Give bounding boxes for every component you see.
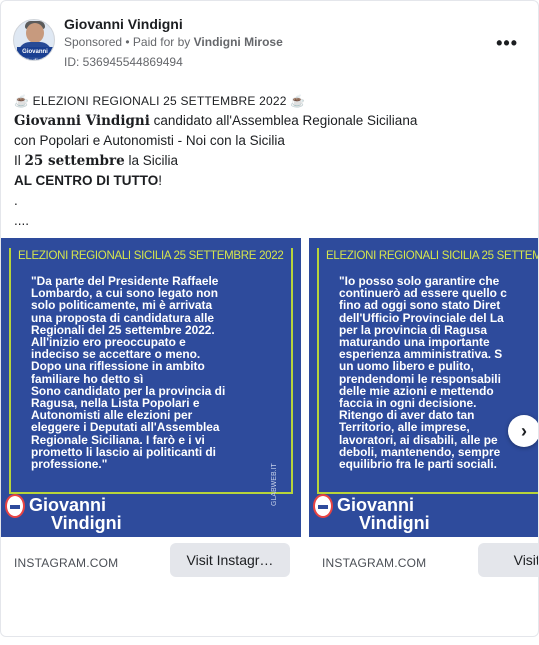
- ad-id: ID: 536945544869494: [64, 55, 183, 69]
- carousel-card[interactable]: ELEZIONI REGIONALI SICILIA 25 SETTEMBRE …: [309, 238, 538, 588]
- advertiser-avatar[interactable]: Giovanni Vindigni: [13, 19, 55, 61]
- post-text: ☕ ELEZIONI REGIONALI 25 SETTEMBRE 2022 ☕…: [14, 91, 526, 231]
- poster-candidate-name: Giovanni Vindigni: [29, 495, 122, 533]
- visit-instagram-button[interactable]: Visit Instagr…: [170, 543, 290, 577]
- chevron-right-icon: ›: [521, 421, 527, 441]
- more-options-icon[interactable]: •••: [496, 33, 518, 54]
- sponsored-label: Sponsored: [64, 35, 123, 49]
- carousel-image[interactable]: ELEZIONI REGIONALI SICILIA 25 SETTEMBRE …: [309, 238, 538, 537]
- candidate-name-bold: Giovanni Vindigni: [14, 113, 150, 129]
- paid-for-by-name: Vindigni Mirose: [193, 35, 283, 49]
- poster-credit: GLABWEB.IT: [271, 463, 278, 506]
- date-bold: 25 settembre: [24, 153, 125, 169]
- paid-for-by-prefix: • Paid for by: [122, 35, 194, 49]
- slogan-bold: AL CENTRO DI TUTTO: [14, 173, 159, 188]
- text-line-2: Giovanni Vindigni candidato all'Assemble…: [14, 113, 418, 129]
- text-line-7: ....: [14, 213, 30, 228]
- text-line-5: AL CENTRO DI TUTTO!: [14, 173, 163, 188]
- carousel-next-button[interactable]: ›: [508, 415, 538, 447]
- carousel-card[interactable]: ELEZIONI REGIONALI SICILIA 25 SETTEMBRE …: [1, 238, 301, 588]
- party-logo-icon: [5, 494, 25, 518]
- link-domain: INSTAGRAM.COM: [14, 556, 119, 570]
- text-line-4: Il 25 settembre la Sicilia: [14, 153, 178, 169]
- carousel-image[interactable]: ELEZIONI REGIONALI SICILIA 25 SETTEMBRE …: [1, 238, 301, 537]
- party-logo-icon: [313, 494, 333, 518]
- text-line-3: con Popolari e Autonomisti - Noi con la …: [14, 133, 285, 148]
- visit-instagram-button[interactable]: Visit Ins: [478, 543, 538, 577]
- poster-candidate-name: Giovanni Vindigni: [337, 495, 430, 533]
- text-line-1: ☕ ELEZIONI REGIONALI 25 SETTEMBRE 2022 ☕: [14, 94, 306, 108]
- sponsored-line: Sponsored • Paid for by Vindigni Mirose: [64, 35, 283, 49]
- poster-header: ELEZIONI REGIONALI SICILIA 25 SETTEMBRE …: [18, 250, 284, 262]
- text-line-6: .: [14, 193, 18, 208]
- ad-card: Giovanni Vindigni Giovanni Vindigni Spon…: [0, 0, 539, 637]
- post-header: Giovanni Vindigni Giovanni Vindigni Spon…: [13, 13, 528, 73]
- ad-carousel: ELEZIONI REGIONALI SICILIA 25 SETTEMBRE …: [1, 238, 538, 588]
- poster-header: ELEZIONI REGIONALI SICILIA 25 SETTEMBRE …: [326, 250, 538, 262]
- poster-quote: "Da parte del Presidente Raffaele Lombar…: [31, 274, 226, 472]
- link-domain: INSTAGRAM.COM: [322, 556, 427, 570]
- advertiser-name[interactable]: Giovanni Vindigni: [64, 16, 183, 32]
- avatar-tag: Giovanni Vindigni: [17, 47, 53, 60]
